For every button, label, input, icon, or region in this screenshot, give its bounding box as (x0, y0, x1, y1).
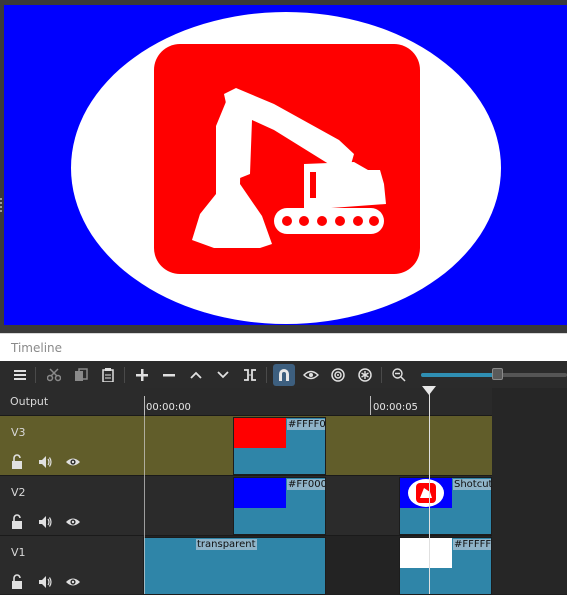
toolbar-separator (124, 367, 125, 383)
timeline-toolbar (0, 361, 567, 388)
ruler-label: 00:00:00 (146, 402, 191, 413)
asterisk-icon[interactable] (354, 364, 376, 386)
track-headers: Output V3 V2 V1 (0, 388, 143, 594)
track-row-v2[interactable]: #FF000 Shotcut (143, 475, 492, 535)
video-frame (4, 5, 567, 325)
plus-icon[interactable] (131, 364, 153, 386)
ruler-tick (370, 396, 371, 415)
track-name: V2 (11, 486, 26, 499)
toolbar-separator (381, 367, 382, 383)
timeline-empty-area[interactable] (492, 388, 567, 594)
video-viewer[interactable] (0, 0, 567, 333)
track-name: V3 (11, 426, 26, 439)
timeline-tracks[interactable]: #FFFF0 #FF000 Shotcut transparent #FFFFF (143, 415, 492, 595)
toolbar-separator (35, 367, 36, 383)
clip-label: #FFFFF (453, 539, 492, 550)
clip-label: #FFFF0 (287, 419, 326, 430)
track-header-v1[interactable]: V1 (0, 535, 143, 595)
track-name: V1 (11, 546, 26, 559)
excavator-icon (192, 88, 386, 248)
in-point-line (144, 415, 145, 594)
clip[interactable]: #FF000 (233, 477, 326, 535)
output-label: Output (10, 395, 49, 408)
hamburger-menu-icon[interactable] (9, 364, 31, 386)
speaker-icon[interactable] (37, 574, 53, 590)
speaker-icon[interactable] (37, 454, 53, 470)
zoom-slider-fill (421, 373, 497, 377)
eye-icon[interactable] (65, 454, 81, 470)
magnet-icon[interactable] (273, 364, 295, 386)
playhead-marker[interactable] (422, 386, 436, 395)
viewer-resize-handle[interactable] (0, 198, 2, 214)
ruler-label: 00:00:05 (373, 402, 418, 413)
clip-label: Shotcut (453, 479, 492, 490)
clip[interactable]: transparent (143, 537, 326, 595)
track-row-v3[interactable]: #FFFF0 (143, 415, 492, 475)
eye-icon[interactable] (65, 514, 81, 530)
scissors-icon[interactable] (43, 364, 65, 386)
clip-thumbnail (400, 538, 452, 568)
track-header-v3[interactable]: V3 (0, 415, 143, 475)
clip-label: transparent (196, 539, 257, 550)
paste-icon[interactable] (97, 364, 119, 386)
clip[interactable]: Shotcut (399, 477, 492, 535)
split-icon[interactable] (239, 364, 261, 386)
chevron-up-icon[interactable] (185, 364, 207, 386)
timeline-panel-header: Timeline (0, 333, 567, 361)
zoom-slider[interactable] (421, 368, 567, 380)
ruler-tick (144, 396, 145, 415)
lock-icon[interactable] (9, 514, 25, 530)
clip-label: #FF000 (287, 479, 326, 490)
clip-thumbnail (234, 418, 286, 448)
lock-icon[interactable] (9, 574, 25, 590)
track-header-v2[interactable]: V2 (0, 475, 143, 535)
eye-icon[interactable] (65, 574, 81, 590)
copy-icon[interactable] (70, 364, 92, 386)
timeline-ruler[interactable]: 00:00:00 00:00:05 (143, 388, 492, 415)
speaker-icon[interactable] (37, 514, 53, 530)
zoom-slider-handle[interactable] (491, 368, 503, 380)
clip-thumbnail (234, 478, 286, 508)
clip[interactable]: #FFFFF (399, 537, 492, 595)
timeline-title: Timeline (11, 341, 63, 355)
minus-icon[interactable] (158, 364, 180, 386)
clip[interactable]: #FFFF0 (233, 417, 326, 475)
zoom-out-icon[interactable] (388, 364, 410, 386)
eye-scrub-icon[interactable] (300, 364, 322, 386)
toolbar-separator (266, 367, 267, 383)
playhead-line[interactable] (429, 388, 430, 594)
lock-icon[interactable] (9, 454, 25, 470)
track-row-v1[interactable]: transparent #FFFFF (143, 535, 492, 595)
excavator-logo (154, 44, 420, 274)
shotcut-thumbnail-icon (408, 479, 444, 507)
target-icon[interactable] (327, 364, 349, 386)
clip-thumbnail (400, 478, 452, 508)
chevron-down-icon[interactable] (212, 364, 234, 386)
